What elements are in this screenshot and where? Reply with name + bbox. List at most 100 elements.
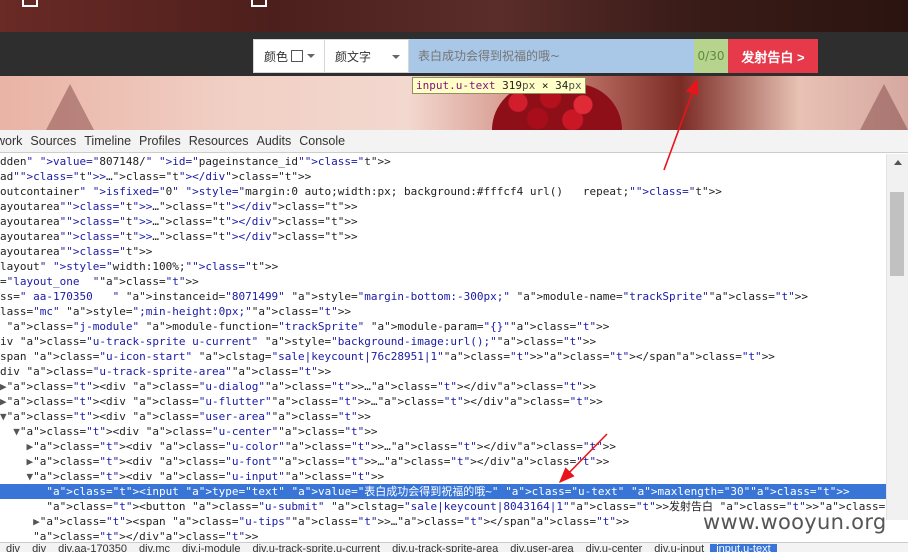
dom-line[interactable]: outcontainer" ">isfixed="0" ">style="mar… (0, 184, 886, 199)
color-label: 颜色 (264, 49, 289, 64)
breadcrumb-item[interactable]: div.j-module (176, 544, 247, 552)
chevron-down-icon (307, 54, 316, 58)
dom-line-code: "a">class="t"><div "a">class="u-input""a… (33, 470, 385, 483)
dom-line-code: lass="mc" "a">style=";min-height:0px;""a… (0, 305, 352, 318)
inspect-times: × (541, 79, 549, 92)
message-input[interactable] (409, 39, 694, 73)
dom-line-code: outcontainer" ">isfixed="0" ">style="mar… (0, 185, 722, 198)
breadcrumb-item[interactable]: div.aa-170350 (52, 544, 133, 552)
dom-line-code: ayoutarea"">class="t">>…">class="t"></di… (0, 200, 358, 213)
dom-line-code: ="layout_one ""a">class="t">> (0, 275, 199, 288)
expand-arrow-icon[interactable]: ▶ (0, 395, 7, 408)
dom-line-code: "a">class="t"><div "a">class="u-font""a"… (33, 455, 610, 468)
font-select-label: 颜文字 (335, 49, 372, 64)
dom-line[interactable]: ayoutarea"">class="t">> (0, 244, 886, 259)
dom-line[interactable]: "a">class="j-module" "a">module-function… (0, 319, 886, 334)
font-select[interactable]: 颜文字 (325, 39, 409, 73)
decoration-icon (251, 0, 267, 7)
collapse-arrow-icon[interactable]: ▼ (0, 410, 7, 423)
dom-line-code: ayoutarea"">class="t">>…">class="t"></di… (0, 215, 358, 228)
breadcrumb-item[interactable]: div.u-center (580, 544, 649, 552)
dom-line[interactable]: span "a">class="u-icon-start" "a">clstag… (0, 349, 886, 364)
dom-line[interactable]: dden" ">value="807148/" ">id="pageinstan… (0, 154, 886, 169)
expand-arrow-icon[interactable]: ▶ (0, 380, 7, 393)
dom-line[interactable]: ▼"a">class="t"><div "a">class="u-center"… (0, 424, 886, 439)
devtools-tab[interactable]: Timeline (80, 134, 135, 148)
dom-line[interactable]: ▶"a">class="t"><div "a">class="u-font""a… (0, 454, 886, 469)
breadcrumb-item[interactable]: div.mc (133, 544, 176, 552)
dom-line-code: "a">class="t"><div "a">class="u-flutter"… (6, 395, 603, 408)
dom-line-code: "a">class="t"><div "a">class="u-center""… (19, 425, 378, 438)
devtools-tabs: work Sources Timeline Profiles Resources Audi… (0, 130, 908, 153)
inspect-width: 319 (502, 79, 522, 92)
dom-line-code: ad"">class="t">>…">class="t"></div">clas… (0, 170, 312, 183)
dom-line-code: "a">class="t"><div "a">class="u-dialog""… (6, 380, 597, 393)
breadcrumb-item[interactable]: div (26, 544, 52, 552)
breadcrumb-item[interactable]: div.u-track-sprite.u-current (247, 544, 387, 552)
dom-line-code: div "a">class="u-track-sprite-area""a">c… (0, 365, 332, 378)
devtools-tab[interactable]: Audits (252, 134, 295, 148)
dom-line[interactable]: ▶"a">class="t"><div "a">class="u-flutter… (0, 394, 886, 409)
devtools-tab[interactable]: Sources (26, 134, 80, 148)
dom-line[interactable]: ▶"a">class="t"><div "a">class="u-dialog"… (0, 379, 886, 394)
devtools-tab[interactable]: work (0, 134, 26, 148)
dom-line[interactable]: ▼"a">class="t"><div "a">class="u-input""… (0, 469, 886, 484)
dom-line[interactable]: div "a">class="u-track-sprite-area""a">c… (0, 364, 886, 379)
breadcrumb-item[interactable]: div (0, 544, 26, 552)
dom-line[interactable]: ss=" aa-170350 " "a">instanceid="8071499… (0, 289, 886, 304)
user-area: 颜色 颜文字 0/30 发射告白 > (253, 39, 818, 73)
collapse-arrow-icon[interactable]: ▼ (13, 425, 20, 438)
dom-line[interactable]: ad"">class="t">>…">class="t"></div">clas… (0, 169, 886, 184)
inspect-unit: px (521, 79, 536, 92)
breadcrumb-item[interactable]: div.user-area (504, 544, 579, 552)
breadcrumb-item[interactable]: input.u-text (710, 544, 777, 552)
breadcrumb-item[interactable]: div.u-input (648, 544, 710, 552)
dom-line-code: "a">class="t"><input "a">type="text" "a"… (46, 485, 850, 498)
dom-line-selected[interactable]: "a">class="t"><input "a">type="text" "a"… (0, 484, 886, 499)
dom-line-code: ayoutarea"">class="t">>…">class="t"></di… (0, 230, 358, 243)
tower-image (860, 84, 908, 130)
inspect-unit: px (568, 79, 582, 92)
scroll-up-icon[interactable] (894, 160, 902, 165)
dom-line-code: ayoutarea"">class="t">> (0, 245, 153, 258)
color-select[interactable]: 颜色 (253, 39, 325, 73)
chevron-down-icon (392, 55, 400, 59)
inspect-tag: input.u-text (416, 79, 496, 92)
breadcrumb-item[interactable]: div.u-track-sprite-area (386, 544, 504, 552)
dom-line[interactable]: layout" ">style="width:100%;"">class="t"… (0, 259, 886, 274)
inspect-tooltip: input.u-text 319px × 34px (412, 77, 586, 94)
dom-line-code: iv "a">class="u-track-sprite u-current" … (0, 335, 597, 348)
webpage-area: 颜色 颜文字 0/30 发射告白 > input.u-text 319px × … (0, 0, 908, 130)
dom-line-code: "a">class="t"><div "a">class="u-color""a… (33, 440, 617, 453)
submit-button[interactable]: 发射告白 > (728, 39, 818, 73)
decoration-icon (22, 0, 38, 7)
dom-line[interactable]: lass="mc" "a">style=";min-height:0px;""a… (0, 304, 886, 319)
hero-banner-top (0, 0, 908, 32)
dom-line-code: "a">class="t"><div "a">class="user-area"… (6, 410, 371, 423)
dom-line[interactable]: ▼"a">class="t"><div "a">class="user-area… (0, 409, 886, 424)
scroll-thumb[interactable] (890, 192, 904, 276)
dom-line-code: dden" ">value="807148/" ">id="pageinstan… (0, 155, 391, 168)
devtools-tab[interactable]: Console (295, 134, 349, 148)
watermark: www.wooyun.org (703, 510, 887, 534)
devtools-tab[interactable]: Profiles (135, 134, 185, 148)
tower-image (46, 84, 94, 130)
dom-line[interactable]: iv "a">class="u-track-sprite u-current" … (0, 334, 886, 349)
dom-line[interactable]: ayoutarea"">class="t">>…">class="t"></di… (0, 199, 886, 214)
dom-line-code: "a">class="t"><span "a">class="u-tips""a… (39, 515, 630, 528)
dom-tree[interactable]: dden" ">value="807148/" ">id="pageinstan… (0, 154, 886, 546)
dom-line[interactable]: ayoutarea"">class="t">>…">class="t"></di… (0, 229, 886, 244)
char-counter: 0/30 (694, 39, 728, 73)
dom-line[interactable]: ▶"a">class="t"><div "a">class="u-color""… (0, 439, 886, 454)
breadcrumb: div div div.aa-170350 div.mc div.j-module div… (0, 542, 908, 552)
scrollbar[interactable] (886, 154, 908, 520)
expand-arrow-icon[interactable]: ▶ (33, 515, 40, 528)
dom-line[interactable]: ="layout_one ""a">class="t">> (0, 274, 886, 289)
dom-line-code: ss=" aa-170350 " "a">instanceid="8071499… (0, 290, 809, 303)
dom-line[interactable]: ayoutarea"">class="t">>…">class="t"></di… (0, 214, 886, 229)
devtools-tab[interactable]: Resources (185, 134, 253, 148)
dom-line-code: "a">class="j-module" "a">module-function… (6, 320, 610, 333)
color-checkbox[interactable] (291, 50, 304, 62)
inspect-height: 34 (555, 79, 569, 92)
dom-line-code: span "a">class="u-icon-start" "a">clstag… (0, 350, 775, 363)
